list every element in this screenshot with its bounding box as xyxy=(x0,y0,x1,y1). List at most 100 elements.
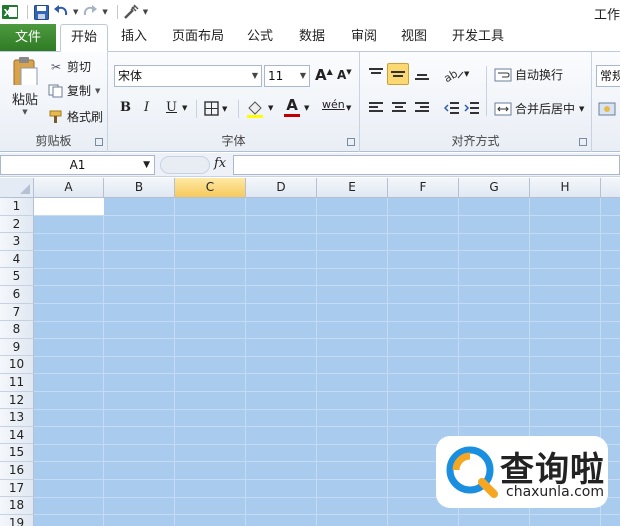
tab-developer[interactable]: 开发工具 xyxy=(446,24,510,52)
tab-insert[interactable]: 插入 xyxy=(112,24,156,52)
copy-button[interactable]: 复制 ▼ xyxy=(48,82,100,99)
row-header-5[interactable]: 5 xyxy=(0,268,34,286)
align-center-button[interactable] xyxy=(391,100,407,116)
formula-input[interactable] xyxy=(233,155,620,175)
gridline xyxy=(34,268,620,269)
column-header-c[interactable]: C xyxy=(175,178,246,198)
undo-icon[interactable] xyxy=(53,4,69,20)
underline-dropdown-icon[interactable]: ▼ xyxy=(182,104,187,112)
column-header-b[interactable]: B xyxy=(104,178,175,198)
row-header-14[interactable]: 14 xyxy=(0,427,34,444)
fill-color-button[interactable] xyxy=(246,100,264,118)
chevron-down-icon: ▼ xyxy=(299,71,306,80)
tab-data[interactable]: 数据 xyxy=(290,24,334,52)
fill-color-icon xyxy=(247,101,263,118)
column-header-f[interactable]: F xyxy=(388,178,459,198)
increase-indent-button[interactable] xyxy=(464,100,480,116)
row-header-15[interactable]: 15 xyxy=(0,444,34,462)
save-icon[interactable] xyxy=(33,4,49,20)
row-header-17[interactable]: 17 xyxy=(0,480,34,497)
row-header-13[interactable]: 13 xyxy=(0,409,34,427)
accounting-format-button[interactable] xyxy=(598,100,616,118)
align-top-button[interactable] xyxy=(368,66,384,82)
column-header-partial[interactable] xyxy=(601,178,620,198)
undo-dropdown-icon[interactable]: ▼ xyxy=(73,8,78,16)
row-header-6[interactable]: 6 xyxy=(0,286,34,304)
phonetic-dropdown-icon[interactable]: ▼ xyxy=(346,104,351,112)
align-middle-button[interactable] xyxy=(387,63,409,85)
font-group-label: 字体 xyxy=(221,134,246,148)
excel-logo-icon[interactable]: X xyxy=(2,4,18,20)
customize-icon[interactable]: ▼ xyxy=(143,8,148,16)
column-header-d[interactable]: D xyxy=(246,178,317,198)
row-header-10[interactable]: 10 xyxy=(0,356,34,374)
redo-icon[interactable] xyxy=(82,4,98,20)
wrap-text-button[interactable]: 自动换行 xyxy=(494,66,563,83)
row-header-16[interactable]: 16 xyxy=(0,462,34,480)
chevron-down-icon: ▼ xyxy=(251,71,258,80)
font-size-value: 11 xyxy=(268,69,284,83)
row-header-12[interactable]: 12 xyxy=(0,392,34,409)
number-format-combo[interactable]: 常规 xyxy=(596,65,620,87)
row-header-8[interactable]: 8 xyxy=(0,321,34,339)
column-header-h[interactable]: H xyxy=(530,178,601,198)
tab-file[interactable]: 文件 xyxy=(0,24,56,51)
underline-button[interactable]: U xyxy=(166,100,177,115)
gridline xyxy=(34,514,620,515)
row-header-3[interactable]: 3 xyxy=(0,233,34,251)
active-cell-a1[interactable] xyxy=(34,198,104,215)
tab-review[interactable]: 审阅 xyxy=(342,24,386,52)
column-header-a[interactable]: A xyxy=(34,178,104,198)
font-name-combo[interactable]: 宋体 ▼ xyxy=(114,65,262,87)
align-left-button[interactable] xyxy=(368,100,384,116)
name-box[interactable]: A1 ▼ xyxy=(0,155,155,175)
gridline xyxy=(34,233,620,234)
row-header-4[interactable]: 4 xyxy=(0,251,34,268)
bold-button[interactable]: B xyxy=(120,100,131,115)
redo-dropdown-icon[interactable]: ▼ xyxy=(102,8,107,16)
paste-button[interactable]: 粘贴 ▼ xyxy=(8,56,42,116)
shrink-font-button[interactable]: A ▼ xyxy=(337,68,352,82)
row-header-18[interactable]: 18 xyxy=(0,497,34,515)
italic-button[interactable]: I xyxy=(144,100,149,115)
phonetic-button[interactable]: wén xyxy=(322,98,345,111)
tools-icon[interactable] xyxy=(123,4,139,20)
gridline xyxy=(245,198,246,526)
format-painter-button[interactable]: 格式刷 xyxy=(48,108,103,125)
font-color-button[interactable]: A xyxy=(284,98,300,117)
borders-button[interactable]: ▼ xyxy=(204,101,227,116)
row-header-11[interactable]: 11 xyxy=(0,374,34,392)
merge-center-button[interactable]: 合并后居中 ▼ xyxy=(494,100,584,117)
insert-function-button[interactable]: fx xyxy=(214,156,226,171)
row-header-7[interactable]: 7 xyxy=(0,304,34,321)
row-header-19[interactable]: 19 xyxy=(0,515,34,526)
clipboard-launcher-icon[interactable] xyxy=(95,138,103,146)
gridline xyxy=(34,338,620,339)
gridline xyxy=(34,285,620,286)
cut-button[interactable]: ✂ 剪切 xyxy=(48,58,91,75)
font-launcher-icon[interactable] xyxy=(347,138,355,146)
row-header-1[interactable]: 1 xyxy=(0,198,34,216)
row-header-9[interactable]: 9 xyxy=(0,339,34,356)
fill-color-dropdown-icon[interactable]: ▼ xyxy=(268,104,273,112)
font-color-dropdown-icon[interactable]: ▼ xyxy=(304,104,309,112)
tab-view[interactable]: 视图 xyxy=(392,24,436,52)
decrease-indent-button[interactable] xyxy=(444,100,460,116)
tab-home[interactable]: 开始 xyxy=(60,24,108,52)
align-bottom-button[interactable] xyxy=(414,66,430,82)
gridline xyxy=(316,198,317,526)
row-header-2[interactable]: 2 xyxy=(0,216,34,233)
document-title: 工作 xyxy=(593,8,620,23)
gridline xyxy=(34,373,620,374)
tab-formulas[interactable]: 公式 xyxy=(238,24,282,52)
align-right-button[interactable] xyxy=(414,100,430,116)
grow-font-button[interactable]: A ▲ xyxy=(315,66,333,84)
column-header-e[interactable]: E xyxy=(317,178,388,198)
increase-indent-icon xyxy=(464,102,479,114)
select-all-button[interactable] xyxy=(0,178,34,198)
font-size-combo[interactable]: 11 ▼ xyxy=(264,65,310,87)
column-header-g[interactable]: G xyxy=(459,178,530,198)
tab-page-layout[interactable]: 页面布局 xyxy=(166,24,230,52)
orientation-button[interactable]: ab ▼ xyxy=(444,66,469,82)
alignment-launcher-icon[interactable] xyxy=(579,138,587,146)
